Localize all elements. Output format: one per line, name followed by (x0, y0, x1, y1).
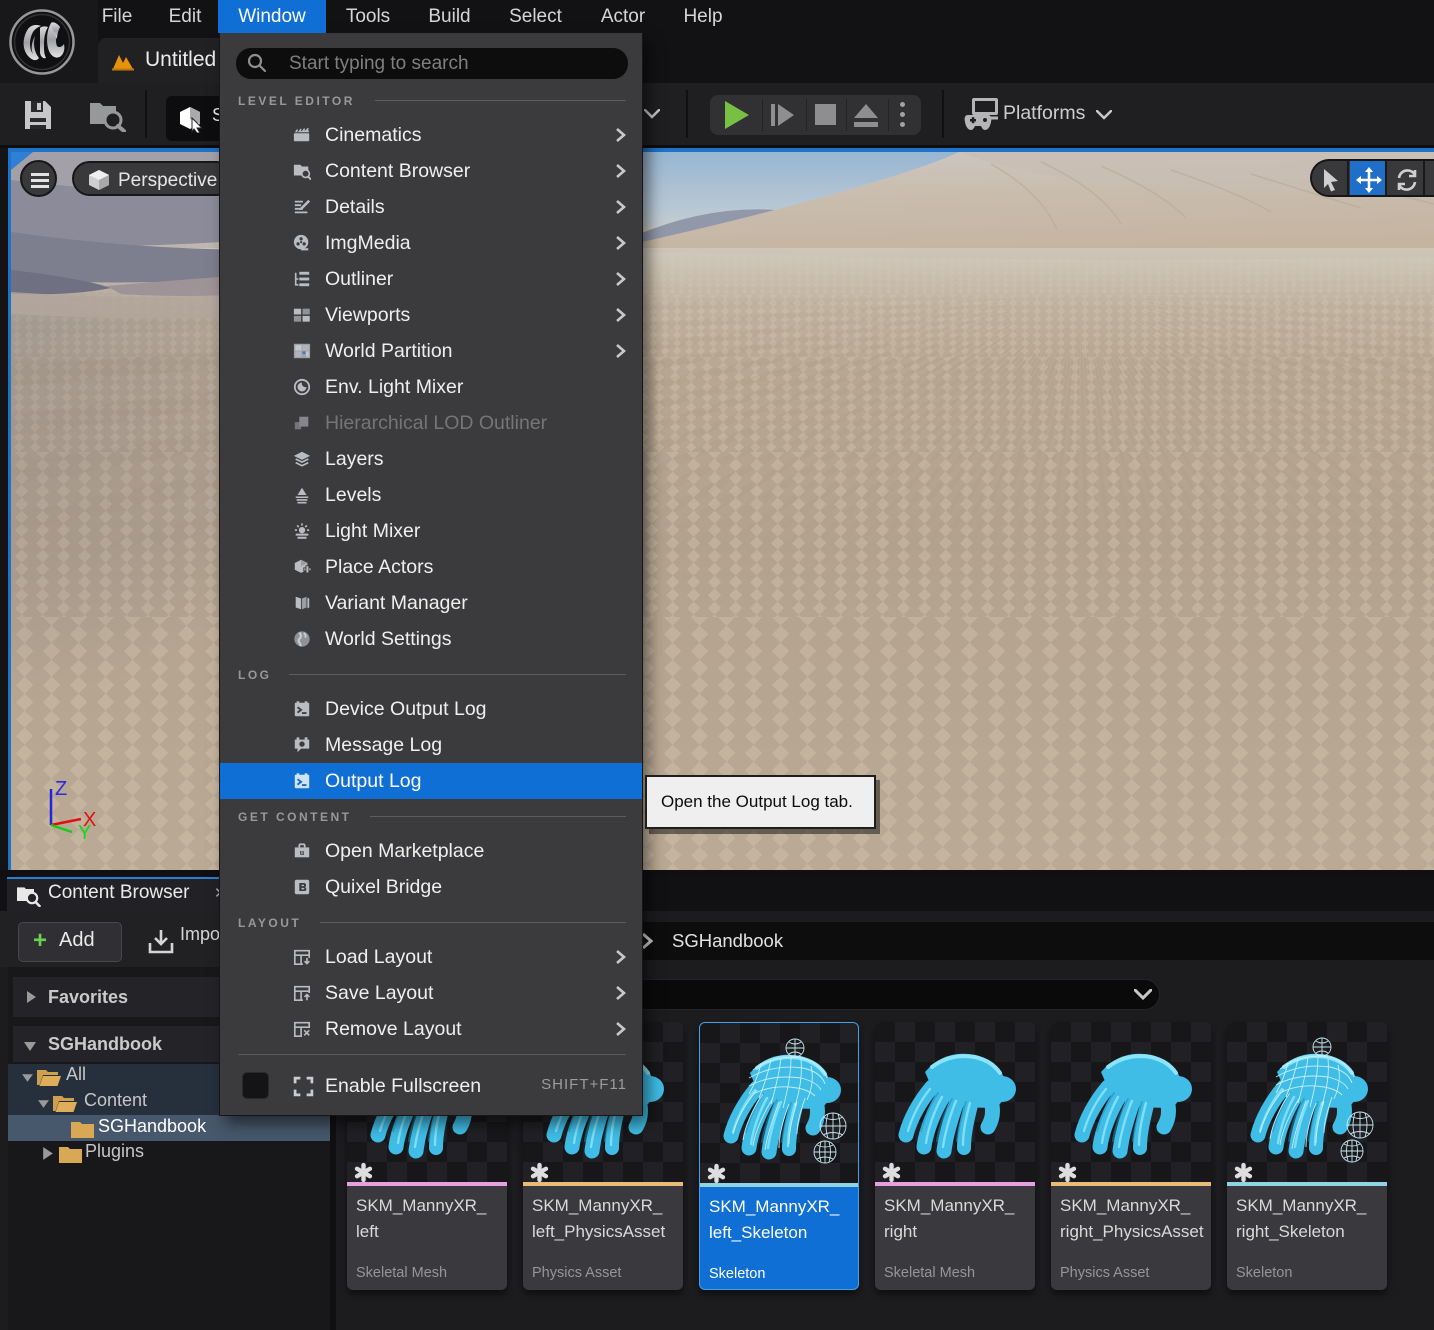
svg-text:u: u (300, 848, 305, 857)
svg-text:Z: Z (55, 778, 67, 800)
svg-text:Y: Y (78, 822, 91, 844)
